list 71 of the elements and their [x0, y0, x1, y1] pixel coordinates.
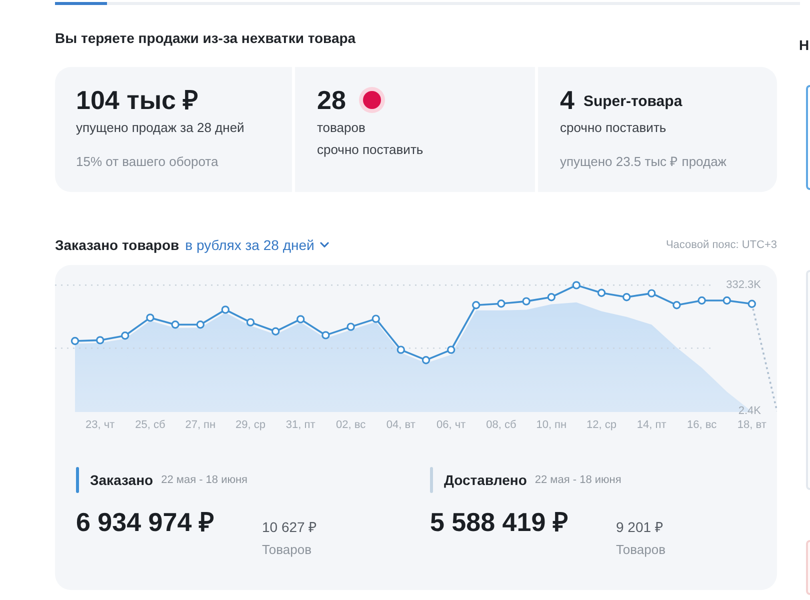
- data-point: [396, 346, 405, 354]
- data-point: [322, 331, 330, 340]
- data-point: [698, 296, 706, 305]
- stat-caption: упущено продаж за 28 дней: [76, 119, 246, 137]
- x-axis-label: 18, вт: [737, 419, 766, 431]
- legend-label: Заказано: [90, 471, 154, 490]
- date-range: 22 мая - 18 июня: [161, 473, 248, 488]
- data-point: [146, 314, 154, 322]
- data-point: [96, 336, 104, 344]
- data-point: [346, 322, 355, 331]
- date-range: 22 мая - 18 июня: [534, 473, 622, 488]
- x-axis-label: 29, ср: [236, 419, 266, 431]
- x-axis-label: 23, чт: [86, 419, 115, 431]
- x-axis-label: 12, ср: [586, 419, 616, 431]
- x-axis-label: 02, вс: [336, 419, 366, 431]
- data-point: [748, 300, 756, 308]
- data-point: [447, 346, 456, 354]
- x-axis-label: 16, вс: [687, 419, 717, 431]
- x-axis-label: 25, сб: [135, 419, 166, 431]
- data-point: [547, 293, 556, 302]
- side-card: [806, 540, 810, 595]
- total-amount: 5 588 419 ₽: [430, 507, 568, 537]
- data-point: [221, 306, 230, 314]
- total-amount: 6 934 974 ₽: [76, 507, 214, 537]
- chevron-down-icon: [320, 242, 330, 248]
- data-point: [70, 336, 80, 346]
- data-point: [497, 300, 506, 308]
- x-axis-label: 10, пн: [536, 419, 567, 431]
- x-axis-label: 31, пт: [286, 419, 316, 431]
- panel-heading: Н: [798, 36, 810, 55]
- data-point: [722, 296, 731, 305]
- data-point: [597, 288, 606, 297]
- item-count: 9 201 ₽: [616, 518, 664, 536]
- legend-label: Доставлено: [444, 471, 527, 490]
- timezone-label: Часовой пояс: UTC+3: [666, 238, 777, 253]
- data-point: [196, 320, 204, 329]
- data-point: [648, 289, 656, 298]
- x-axis-label: 27, пн: [185, 419, 216, 431]
- data-point: [522, 297, 530, 306]
- section-heading: Вы теряете продажи из-за нехватки товара: [55, 29, 357, 48]
- count-label: Товаров: [616, 541, 666, 559]
- count-label: Товаров: [262, 541, 313, 559]
- stat-note: упущено 23.5 тыс ₽ продаж: [560, 153, 728, 171]
- x-axis-label: 14, пт: [636, 419, 666, 431]
- stat-caption: срочно поставить: [560, 119, 668, 137]
- stat-unit: Super-товара: [583, 92, 682, 112]
- tab-indicator: [55, 2, 107, 5]
- stat-value: 28: [317, 85, 346, 115]
- stat-caption: товаров срочно поставить: [317, 119, 424, 159]
- chart-title: Заказано товаров: [55, 236, 180, 255]
- stat-note: 15% от вашего оборота: [76, 153, 220, 171]
- data-point: [372, 314, 380, 323]
- data-point: [171, 320, 180, 329]
- data-point: [622, 293, 631, 302]
- data-point: [272, 327, 280, 336]
- stat-value: 104 тыс ₽: [76, 85, 198, 115]
- data-point: [472, 301, 480, 310]
- data-point: [246, 318, 255, 326]
- x-axis-label: 04, вт: [386, 419, 416, 431]
- x-axis-label: 06, чт: [436, 419, 466, 431]
- data-point: [672, 301, 681, 310]
- data-point: [296, 315, 305, 324]
- x-axis-label: 08, сб: [486, 419, 516, 431]
- item-count: 10 627 ₽: [262, 518, 317, 536]
- data-point: [572, 281, 580, 290]
- data-point: [422, 356, 430, 364]
- data-point: [121, 332, 130, 340]
- y-axis-label: 332.3K: [726, 279, 761, 292]
- stat-value: 4: [560, 85, 574, 115]
- period-dropdown[interactable]: в рублях за 28 дней: [185, 235, 330, 255]
- y-axis-label: 2.4K: [738, 405, 761, 418]
